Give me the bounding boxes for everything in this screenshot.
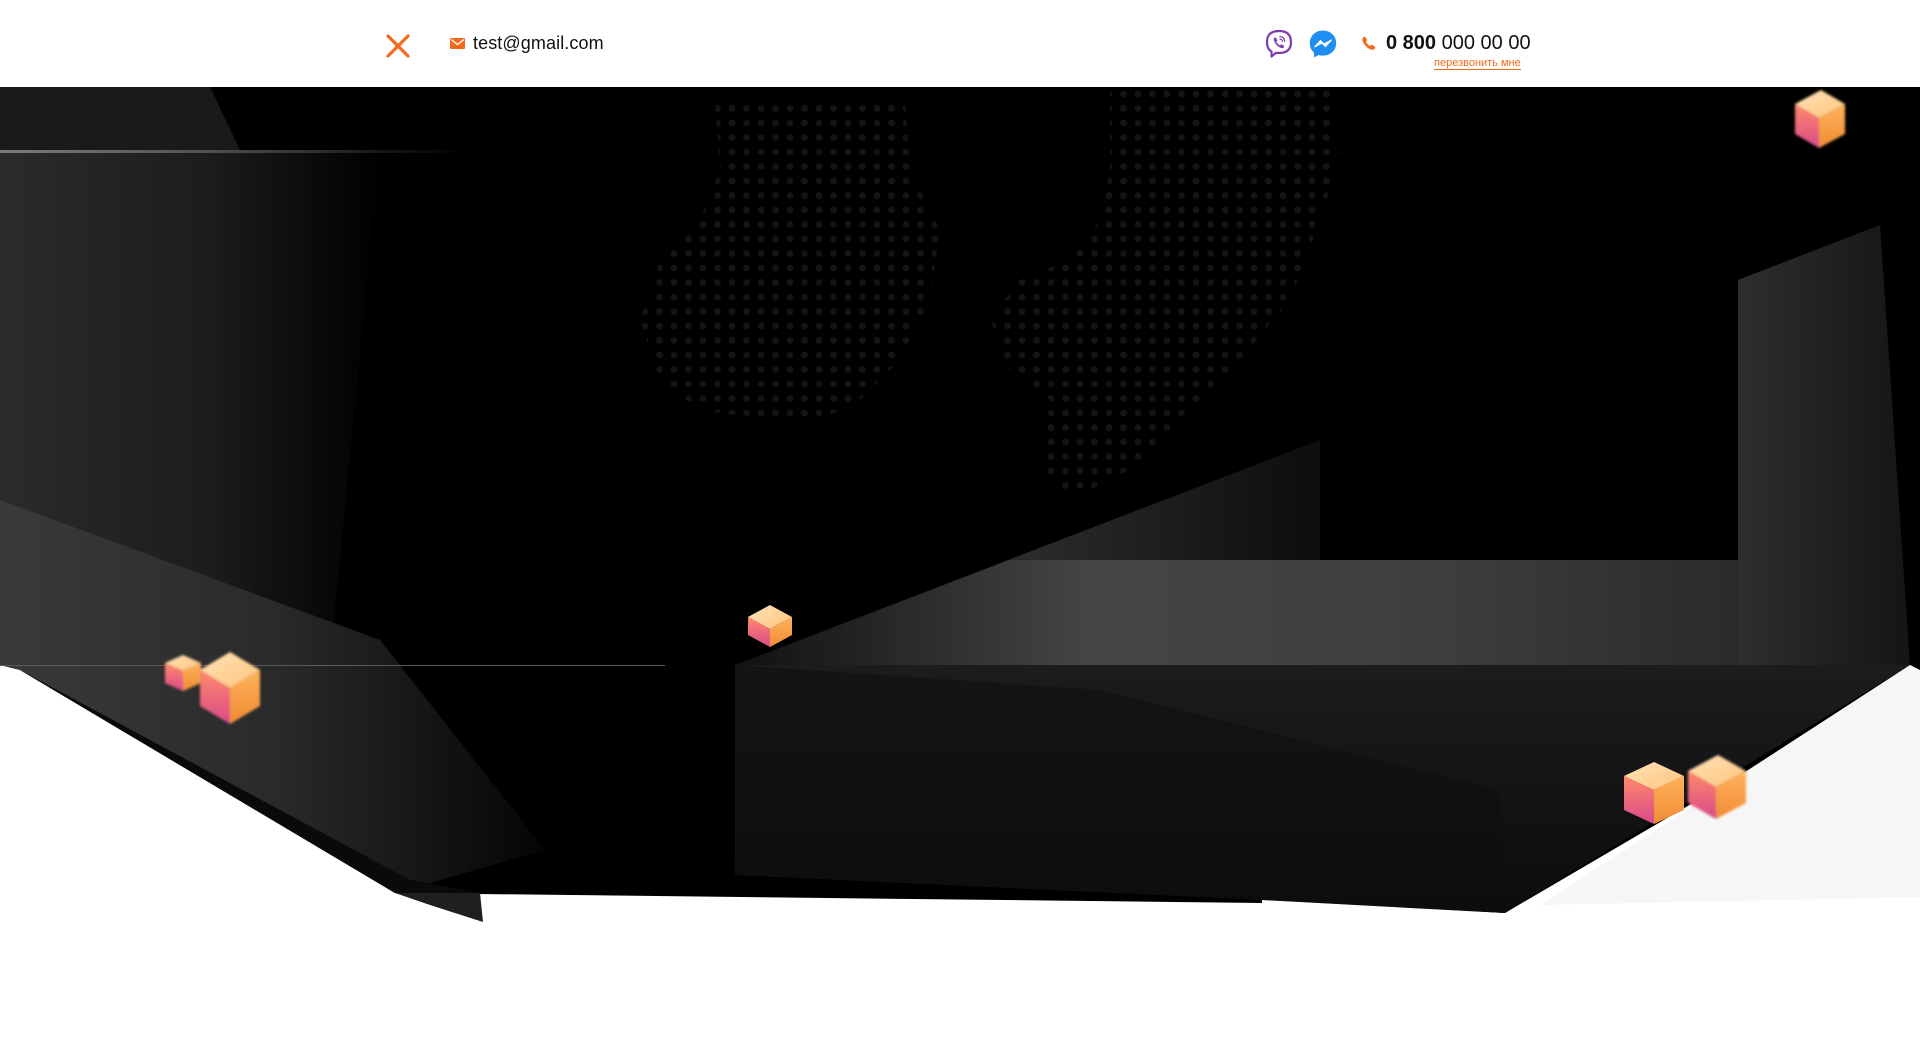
phone-rest: 000 00 00 [1441, 31, 1531, 54]
viber-icon[interactable] [1263, 28, 1295, 60]
email-address: test@gmail.com [473, 32, 604, 53]
callback-link[interactable]: перезвонить мне [1434, 57, 1521, 70]
phone-number: 0 800 000 00 00 [1386, 32, 1531, 55]
messenger-icon[interactable] [1307, 28, 1339, 60]
close-icon[interactable] [382, 30, 414, 62]
phone-link[interactable]: 0 800 000 00 00 [1362, 30, 1531, 56]
email-link[interactable]: test@gmail.com [450, 30, 604, 56]
phone-icon [1362, 36, 1376, 50]
envelope-icon [450, 37, 465, 49]
phone-prefix: 0 800 [1386, 31, 1437, 54]
hero-banner [0, 87, 1920, 1063]
hero-illustration [0, 87, 1920, 1063]
top-header: test@gmail.com 0 800 000 00 00 перезвони… [0, 0, 1920, 87]
